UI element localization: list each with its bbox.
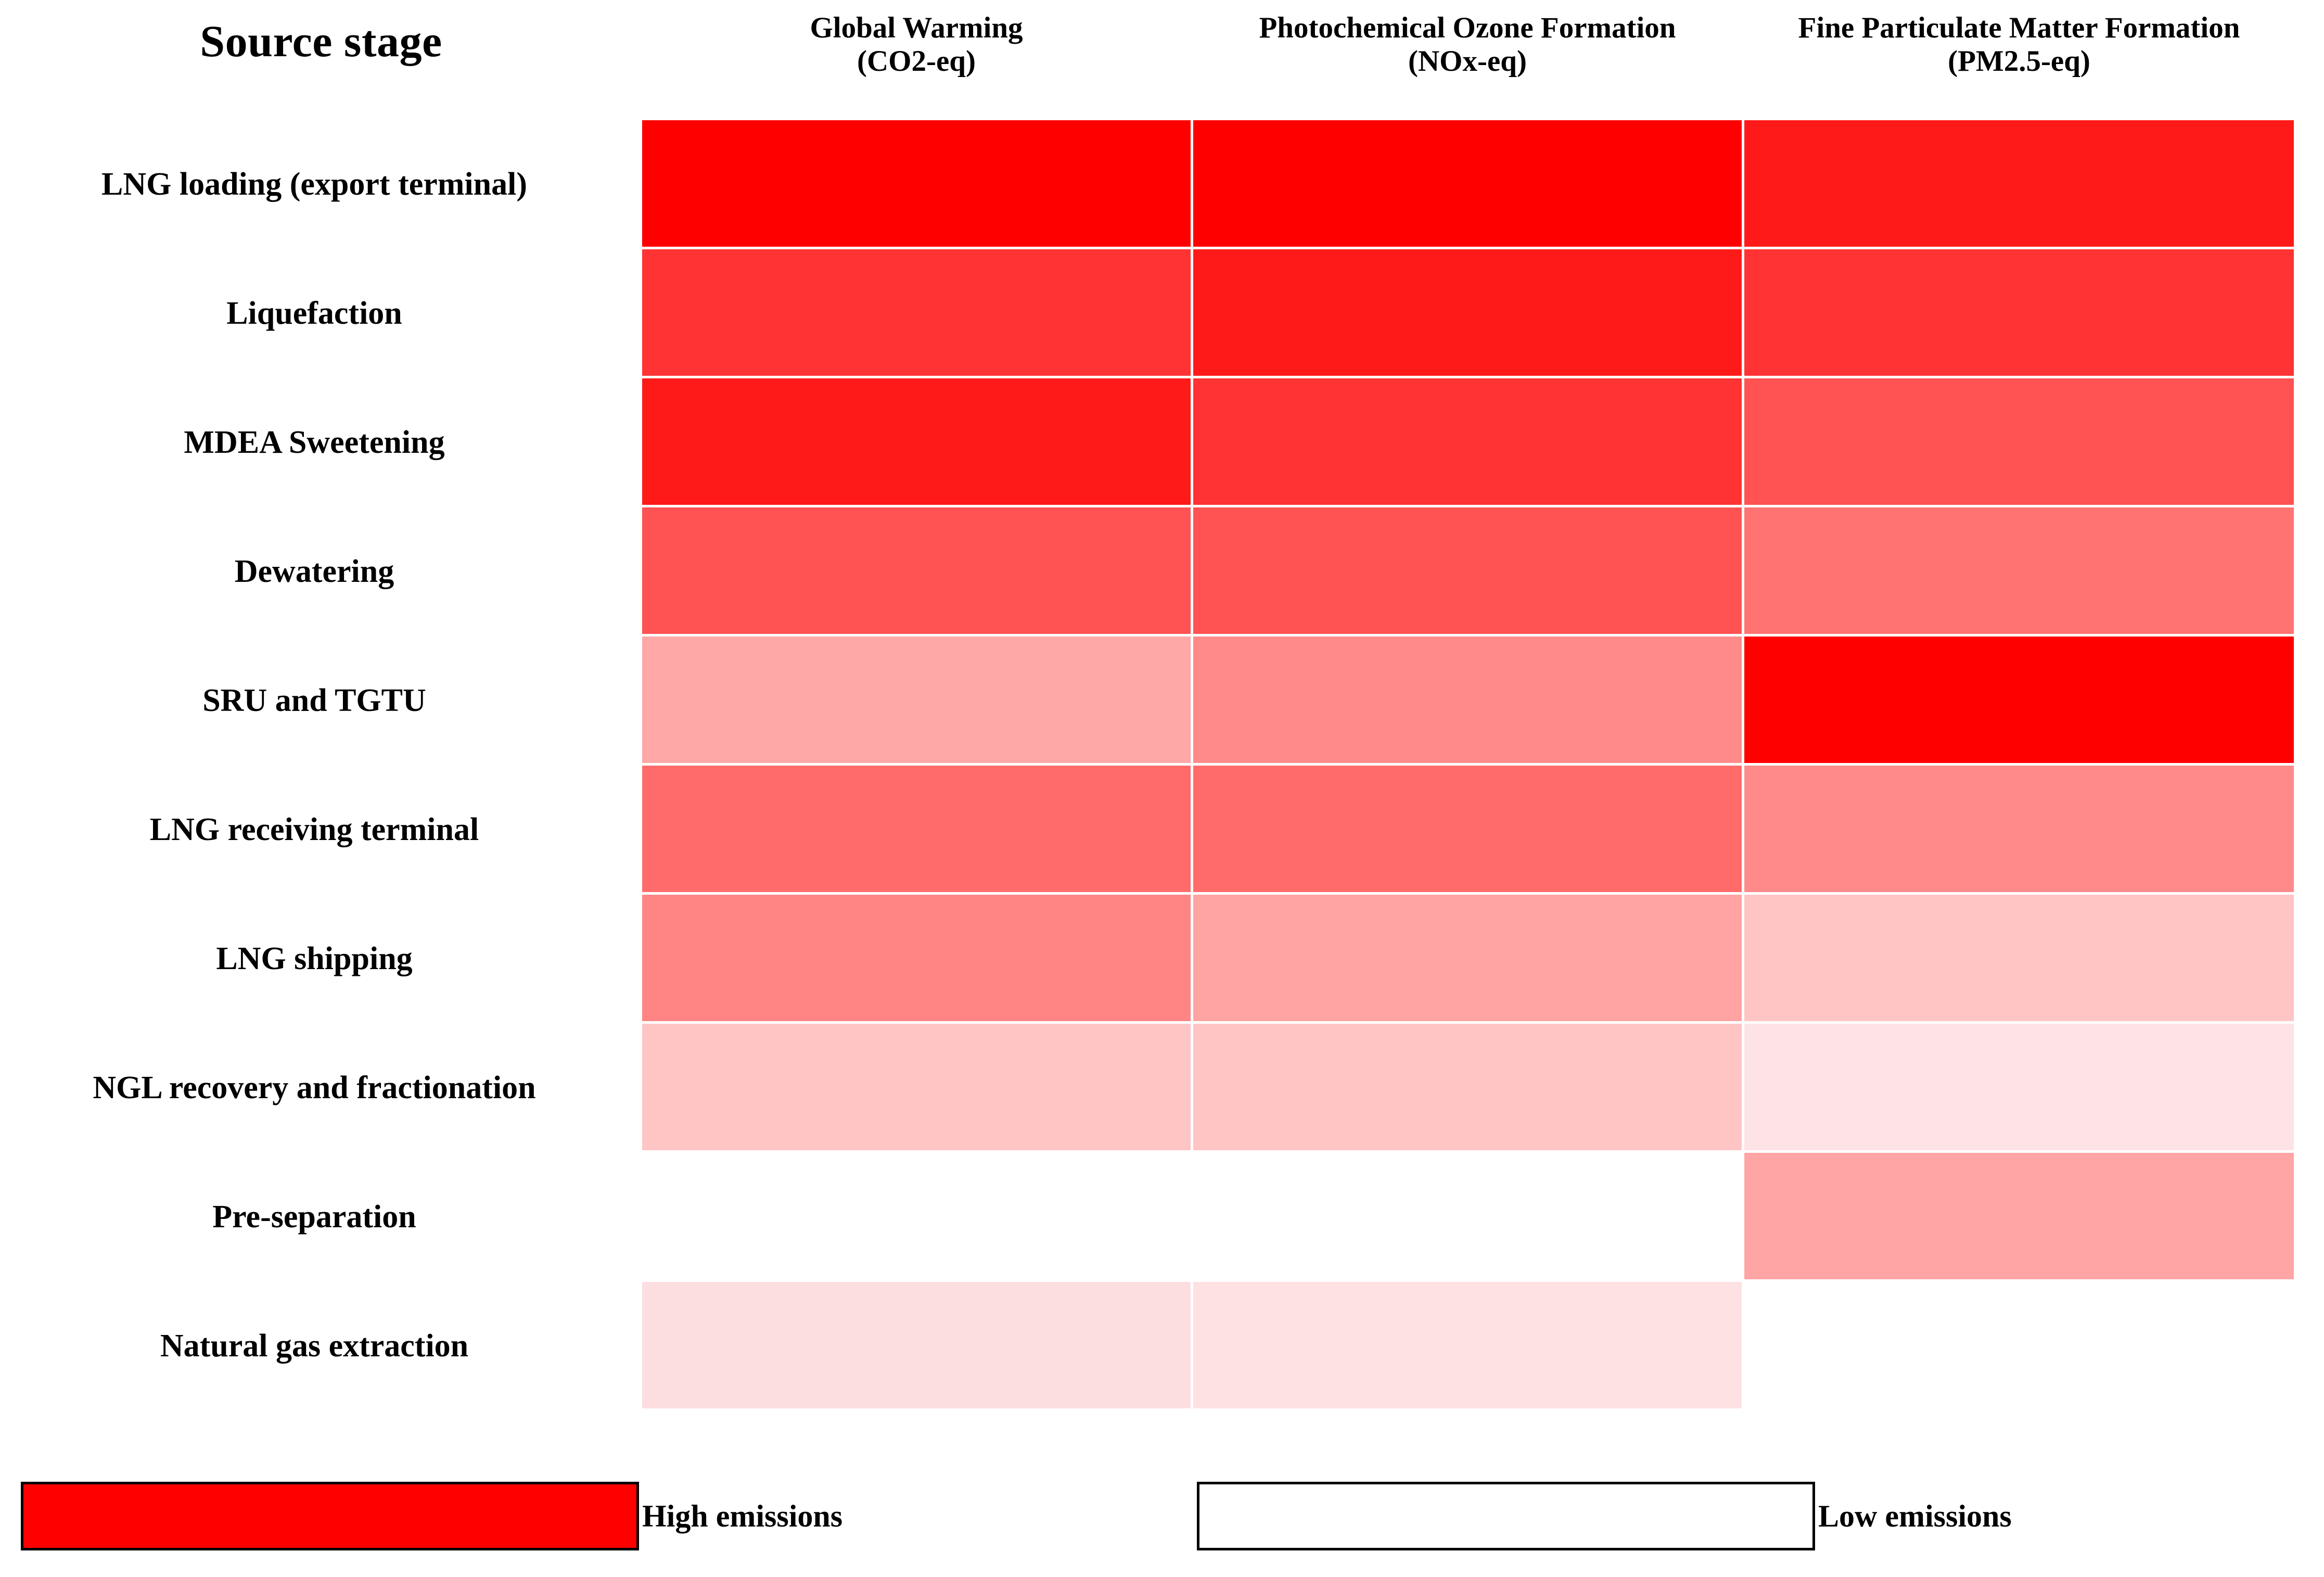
heatmap-cell (1744, 766, 2294, 892)
heatmap-cell (1744, 249, 2294, 376)
heatmap-cell (1193, 895, 1742, 1021)
legend: High emissions Low emissions (0, 1460, 2324, 1577)
source-stage-header-cell: Source stage (0, 0, 642, 120)
heatmap-cell (642, 507, 1191, 634)
heatmap-cell (642, 637, 1191, 763)
heatmap-cell (642, 766, 1191, 892)
legend-item-low: Low emissions (1197, 1482, 2012, 1550)
heatmap-cell (1193, 378, 1742, 505)
column-header-photochemical-ozone-formation: Photochemical Ozone Formation (NOx-eq) (1193, 0, 1742, 120)
row-label-natural-gas-extraction: Natural gas extraction (0, 1282, 642, 1411)
heatmap-row: Natural gas extraction (0, 1282, 2324, 1411)
row-label-text: MDEA Sweetening (184, 425, 445, 461)
heatmap-cell (1744, 895, 2294, 1021)
page-title: Source stage (200, 16, 442, 66)
heatmap-cell (1193, 766, 1742, 892)
legend-label-low: Low emissions (1818, 1499, 2012, 1533)
heatmap-cell (642, 249, 1191, 376)
heatmap-cell (1744, 507, 2294, 634)
heatmap-row: SRU and TGTU (0, 637, 2324, 766)
legend-item-high: High emissions (21, 1482, 842, 1550)
heatmap-cell (1744, 637, 2294, 763)
row-label-text: Dewatering (234, 554, 394, 590)
heatmap-cell (1193, 1024, 1742, 1150)
legend-label-high: High emissions (642, 1499, 843, 1533)
heatmap-cell (1193, 637, 1742, 763)
column-header-name: Photochemical Ozone Formation (1259, 11, 1676, 44)
heatmap-row: Pre-separation (0, 1153, 2324, 1282)
row-label-text: SRU and TGTU (202, 683, 426, 719)
column-header-unit: (PM2.5-eq) (1948, 44, 2090, 78)
column-header-name: Global Warming (810, 11, 1023, 44)
legend-swatch-low (1197, 1482, 1815, 1550)
heatmap-cell (1193, 507, 1742, 634)
row-label-text: Natural gas extraction (160, 1328, 469, 1364)
column-header-unit: (NOx-eq) (1408, 44, 1527, 78)
heatmap-cell (642, 1282, 1191, 1408)
row-label-mdea-sweetening: MDEA Sweetening (0, 378, 642, 507)
table-header: Source stage Global Warming (CO2-eq) Pho… (0, 0, 2324, 120)
row-label-ngl-recovery-and-fractionation: NGL recovery and fractionation (0, 1024, 642, 1153)
heatmap-cell (1193, 1282, 1742, 1408)
heatmap-row: LNG receiving terminal (0, 766, 2324, 895)
row-label-text: NGL recovery and fractionation (93, 1070, 536, 1106)
heatmap-cell (1744, 378, 2294, 505)
heatmap-cell (642, 1153, 1191, 1279)
heatmap-row: LNG loading (export terminal) (0, 120, 2324, 249)
heatmap-cell (1744, 1024, 2294, 1150)
row-label-liquefaction: Liquefaction (0, 249, 642, 378)
column-header-fine-particulate-matter-formation: Fine Particulate Matter Formation (PM2.5… (1744, 0, 2294, 120)
column-header-unit: (CO2-eq) (857, 44, 976, 78)
heatmap-cell (1193, 1153, 1742, 1279)
row-label-pre-separation: Pre-separation (0, 1153, 642, 1282)
row-label-text: Pre-separation (212, 1199, 416, 1235)
row-label-text: LNG loading (export terminal) (101, 167, 527, 202)
heatmap-cell (1744, 120, 2294, 247)
row-label-text: LNG receiving terminal (149, 812, 479, 848)
heatmap-cell (642, 895, 1191, 1021)
heatmap-row: NGL recovery and fractionation (0, 1024, 2324, 1153)
legend-swatch-high (21, 1482, 639, 1550)
heatmap-cell (642, 1024, 1191, 1150)
row-label-text: Liquefaction (226, 296, 402, 332)
heatmap-row: Dewatering (0, 507, 2324, 637)
row-label-sru-and-tgtu: SRU and TGTU (0, 637, 642, 766)
heatmap-grid: LNG loading (export terminal) Liquefactio… (0, 120, 2324, 1412)
heatmap-row: Liquefaction (0, 249, 2324, 378)
heatmap-cell (642, 378, 1191, 505)
row-label-lng-shipping: LNG shipping (0, 895, 642, 1024)
heatmap-row: MDEA Sweetening (0, 378, 2324, 507)
column-header-name: Fine Particulate Matter Formation (1798, 11, 2240, 44)
column-header-global-warming: Global Warming (CO2-eq) (642, 0, 1191, 120)
row-label-lng-receiving-terminal: LNG receiving terminal (0, 766, 642, 895)
heatmap-row: LNG shipping (0, 895, 2324, 1024)
row-label-lng-loading-export-terminal: LNG loading (export terminal) (0, 120, 642, 249)
heatmap-cell (1744, 1153, 2294, 1279)
row-label-dewatering: Dewatering (0, 507, 642, 637)
heatmap-cell (642, 120, 1191, 247)
heatmap-cell (1193, 249, 1742, 376)
heatmap-cell (1193, 120, 1742, 247)
heatmap-page: Source stage Global Warming (CO2-eq) Pho… (0, 0, 2324, 1577)
heatmap-cell (1744, 1282, 2294, 1408)
row-label-text: LNG shipping (216, 941, 413, 977)
